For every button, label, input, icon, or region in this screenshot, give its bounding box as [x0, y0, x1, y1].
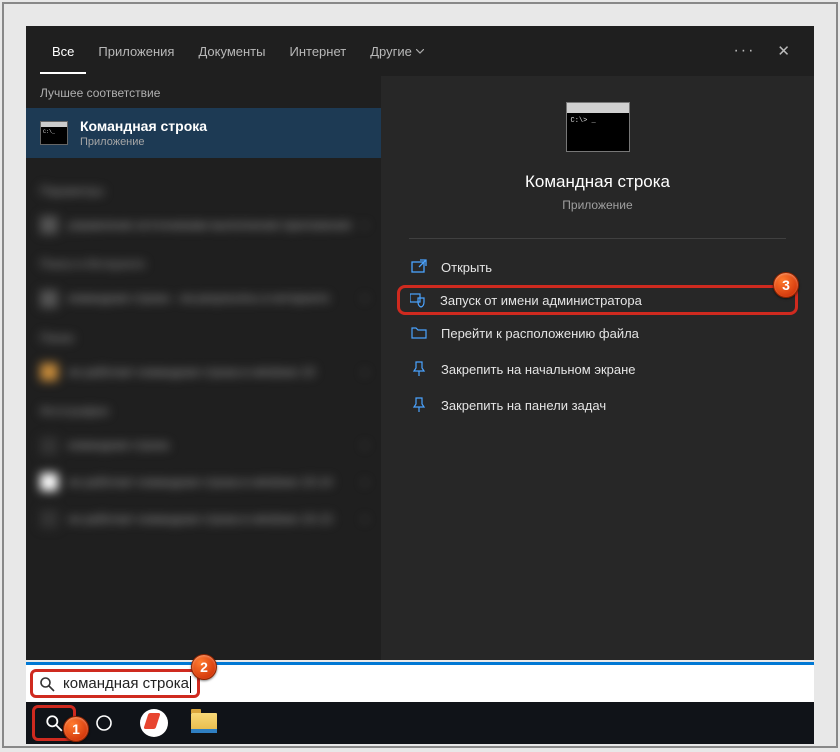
- tab-more[interactable]: Другие: [358, 29, 436, 74]
- tab-docs[interactable]: Документы: [186, 29, 277, 74]
- search-icon: [45, 714, 63, 732]
- search-input[interactable]: командная строка: [63, 675, 189, 692]
- search-input-row: 2 командная строка: [26, 662, 814, 702]
- action-pin-start[interactable]: Закрепить на начальном экране: [397, 351, 798, 387]
- tabs-right: ··· ✕: [733, 42, 800, 60]
- preview-title: Командная строка: [381, 172, 814, 192]
- taskbar-search-button[interactable]: 1: [32, 705, 76, 741]
- explorer-icon: [191, 713, 217, 733]
- other-results-blurred: Параметры управление источниками выполне…: [26, 158, 381, 660]
- action-file-location-label: Перейти к расположению файла: [441, 326, 639, 341]
- results-panel: Лучшее соответствие Командная строка При…: [26, 76, 381, 660]
- open-icon: [411, 259, 427, 275]
- preview-panel: Командная строка Приложение Открыть 3: [381, 76, 814, 660]
- result-sub: Приложение: [80, 136, 367, 148]
- chevron-down-icon: [416, 49, 424, 54]
- taskbar-explorer-button[interactable]: [182, 705, 226, 741]
- tab-all[interactable]: Все: [40, 29, 86, 74]
- divider: [409, 238, 786, 239]
- browser-icon: [140, 709, 168, 737]
- action-run-admin-label: Запуск от имени администратора: [440, 293, 642, 308]
- action-run-admin[interactable]: 3 Запуск от имени администратора: [397, 285, 798, 315]
- cmd-icon: [40, 121, 68, 145]
- main-area: Лучшее соответствие Командная строка При…: [26, 76, 814, 660]
- tab-web[interactable]: Интернет: [277, 29, 358, 74]
- action-pin-taskbar-label: Закрепить на панели задач: [441, 398, 606, 413]
- more-menu-icon[interactable]: ···: [733, 42, 755, 60]
- callout-badge-2: 2: [191, 654, 217, 680]
- best-match-label: Лучшее соответствие: [26, 76, 381, 108]
- cortana-icon: [94, 713, 114, 733]
- shield-icon: [410, 292, 426, 308]
- taskbar-browser-button[interactable]: [132, 705, 176, 741]
- pin-taskbar-icon: [411, 397, 427, 413]
- preview-cmd-icon: [566, 102, 630, 152]
- tabs-row: Все Приложения Документы Интернет Другие…: [26, 26, 814, 76]
- best-match-text: Командная строка Приложение: [80, 118, 367, 148]
- window-frame: Все Приложения Документы Интернет Другие…: [2, 2, 838, 748]
- pin-start-icon: [411, 361, 427, 377]
- action-open[interactable]: Открыть: [397, 249, 798, 285]
- search-icon: [39, 676, 55, 692]
- callout-badge-3: 3: [773, 272, 799, 298]
- tab-apps[interactable]: Приложения: [86, 29, 186, 74]
- close-icon[interactable]: ✕: [777, 42, 790, 60]
- preview-sub: Приложение: [381, 198, 814, 212]
- taskbar-cortana-button[interactable]: [82, 705, 126, 741]
- best-match-result[interactable]: Командная строка Приложение: [26, 108, 381, 158]
- search-panel: Все Приложения Документы Интернет Другие…: [26, 26, 814, 660]
- action-pin-start-label: Закрепить на начальном экране: [441, 362, 636, 377]
- tab-more-label: Другие: [370, 44, 412, 59]
- result-title: Командная строка: [80, 118, 367, 134]
- action-file-location[interactable]: Перейти к расположению файла: [397, 315, 798, 351]
- action-list: Открыть 3 Запуск от имени администратора: [381, 249, 814, 423]
- folder-icon: [411, 325, 427, 341]
- action-open-label: Открыть: [441, 260, 492, 275]
- search-box[interactable]: 2 командная строка: [30, 669, 200, 698]
- taskbar: 1: [26, 702, 814, 744]
- action-pin-taskbar[interactable]: Закрепить на панели задач: [397, 387, 798, 423]
- callout-badge-1: 1: [63, 716, 89, 742]
